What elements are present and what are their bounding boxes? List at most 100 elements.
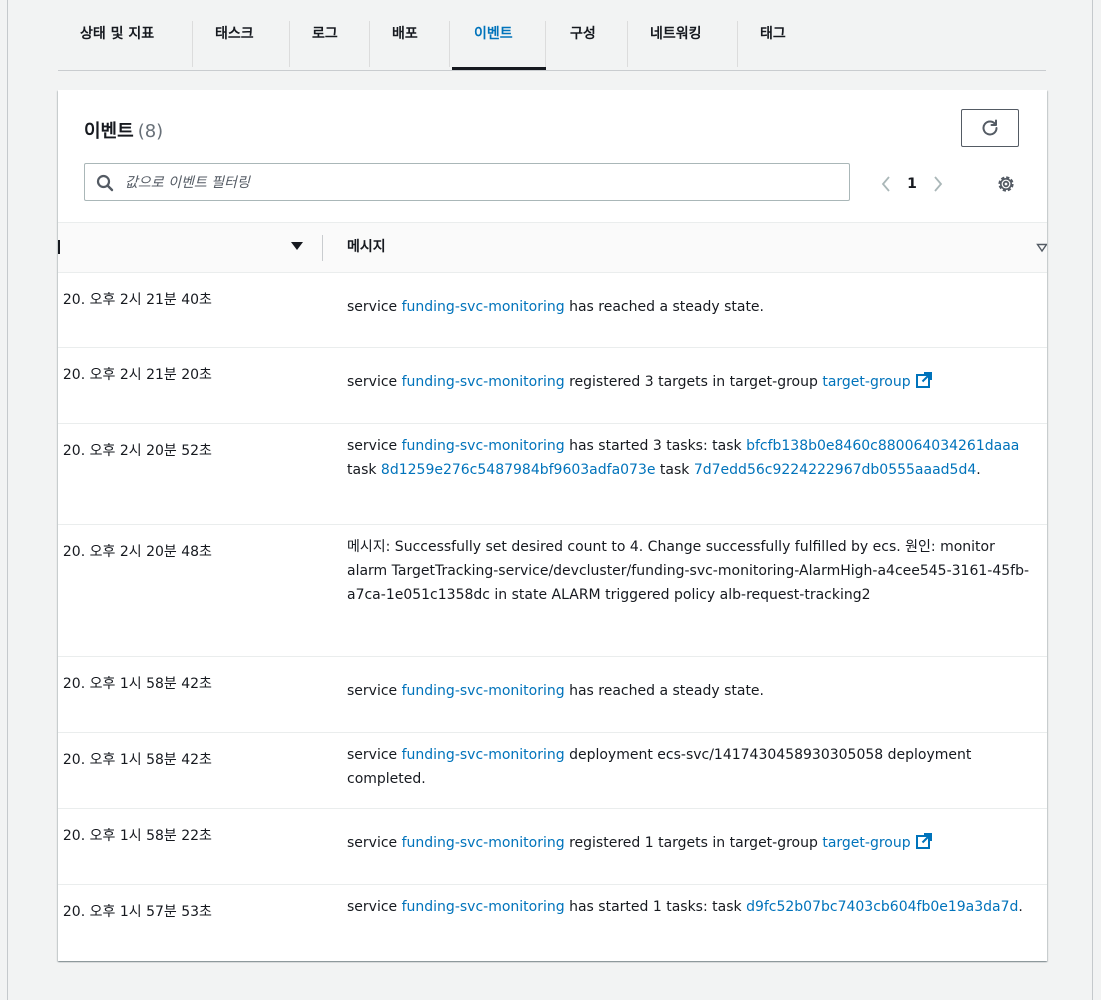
event-time: . 20. 오후 1시 58분 42초 [58,752,212,768]
tab-events[interactable]: 이벤트 [452,15,546,70]
tab-label: 상태 및 지표 [80,26,155,42]
message-text: has reached a steady state. [564,683,764,699]
frame-border-right [1092,0,1093,1000]
table-row: . 20. 오후 1시 58분 42초 service funding-svc-m… [58,732,1047,809]
event-message: service funding-svc-monitoring has start… [347,434,1037,482]
target-group-link[interactable]: target-group [822,372,932,390]
tab-label: 로그 [312,26,338,42]
event-time: . 20. 오후 1시 58분 22초 [58,828,212,844]
resource-link[interactable]: 8d1259e276c5487984bf9603adfa073e [381,462,656,478]
message-text: task [655,462,694,478]
table-row: . 20. 오후 2시 21분 40초 service funding-svc-m… [58,272,1047,348]
event-message: service funding-svc-monitoring deploymen… [347,743,1037,791]
link-text: target-group [822,835,911,851]
current-page[interactable]: 1 [899,176,925,192]
tab-configuration[interactable]: 구성 [548,15,628,67]
link-text: funding-svc-monitoring [401,438,565,454]
resource-link[interactable]: funding-svc-monitoring [402,438,565,454]
message-text: service [347,835,402,851]
event-time: . 20. 오후 2시 21분 20초 [58,367,212,383]
tab-label: 구성 [570,26,596,42]
link-text: funding-svc-monitoring [401,374,565,390]
target-group-link[interactable]: target-group [822,833,932,851]
message-text: . [1018,899,1023,915]
link-text: funding-svc-monitoring [401,299,565,315]
resource-link[interactable]: funding-svc-monitoring [402,374,565,390]
resource-link[interactable]: 7d7edd56c9224222967db0555aaad5d4 [694,462,976,478]
link-text: 8d1259e276c5487984bf9603adfa073e [380,462,656,478]
message-text: service [347,438,402,454]
event-time: . 20. 오후 2시 20분 48초 [58,544,212,560]
pagination: 1 [873,170,951,198]
link-text: target-group [822,374,911,390]
resource-link[interactable]: funding-svc-monitoring [402,747,565,763]
panel-title: 이벤트 (8) [84,117,163,143]
table-row: . 20. 오후 2시 20분 52초 service funding-svc-m… [58,423,1047,525]
event-message: service funding-svc-monitoring registere… [347,831,1037,858]
time-column-header [58,240,60,254]
column-resizer[interactable] [322,235,323,261]
message-text: 메시지: Successfully set desired count to 4… [347,539,1030,603]
message-text: registered 3 targets in target-group [564,374,823,390]
resource-link[interactable]: bfcfb138b0e8460c880064034261daaa [746,438,1019,454]
event-message: service funding-svc-monitoring has start… [347,895,1037,919]
message-column-header[interactable]: 메시지 [347,223,386,272]
search-input[interactable] [123,164,827,202]
tab-separator [449,21,450,67]
link-text: funding-svc-monitoring [401,747,565,763]
event-time: . 20. 오후 2시 21분 40초 [58,292,212,308]
resource-link[interactable]: funding-svc-monitoring [402,299,565,315]
resource-link[interactable]: funding-svc-monitoring [402,683,565,699]
resource-link[interactable]: funding-svc-monitoring [402,899,565,915]
link-text: funding-svc-monitoring [401,835,565,851]
event-filter[interactable] [84,163,850,202]
tab-networking[interactable]: 네트워킹 [628,15,738,67]
table-header: 메시지 [58,222,1047,273]
tab-label: 배포 [392,26,418,42]
link-text: funding-svc-monitoring [401,683,565,699]
tab-logs[interactable]: 로그 [290,15,370,67]
refresh-icon [982,119,998,136]
event-count: (8) [137,121,164,142]
event-time: . 20. 오후 2시 20분 52초 [58,443,212,459]
service-tabs: 상태 및 지표 태스크 로그 배포 이벤트 구성 네트워킹 태그 [58,10,1046,71]
event-message: service funding-svc-monitoring has reach… [347,679,1037,703]
event-time: . 20. 오후 1시 58분 42초 [58,676,212,692]
tab-separator [545,21,546,67]
resource-link[interactable]: funding-svc-monitoring [402,835,565,851]
chevron-left-icon [881,176,890,192]
next-page-button[interactable] [925,171,951,197]
tab-label: 네트워킹 [650,26,702,42]
sort-desc-icon[interactable] [290,239,304,253]
settings-icon [998,176,1014,192]
event-message: service funding-svc-monitoring has reach… [347,295,1037,319]
message-text: service [347,299,402,315]
resource-link[interactable]: d9fc52b07bc7403cb604fb0e19a3da7d [746,899,1018,915]
message-text: has reached a steady state. [564,299,764,315]
event-message: service funding-svc-monitoring registere… [347,370,1037,397]
link-text: bfcfb138b0e8460c880064034261daaa [746,438,1020,454]
preferences-button[interactable] [994,172,1018,196]
link-text: d9fc52b07bc7403cb604fb0e19a3da7d [746,899,1019,915]
tab-deployments[interactable]: 배포 [370,15,450,67]
event-message: 메시지: Successfully set desired count to 4… [347,535,1037,607]
message-text: has started 1 tasks: task [564,899,747,915]
message-text: service [347,899,402,915]
event-time: . 20. 오후 1시 57분 53초 [58,904,212,920]
table-row: . 20. 오후 2시 21분 20초 service funding-svc-m… [58,347,1047,424]
message-text: task [347,462,381,478]
previous-page-button[interactable] [873,171,899,197]
tab-health-metrics[interactable]: 상태 및 지표 [58,15,193,67]
message-text: service [347,747,402,763]
sort-icon[interactable] [1036,242,1047,254]
refresh-button[interactable] [961,109,1019,147]
table-row: . 20. 오후 1시 57분 53초 service funding-svc-m… [58,884,1047,961]
chevron-right-icon [934,176,943,192]
tab-tasks[interactable]: 태스크 [193,15,290,67]
external-link-icon [915,371,933,397]
tab-tags[interactable]: 태그 [738,15,818,55]
panel-title-text: 이벤트 [84,121,134,142]
search-icon [96,174,114,192]
tab-label: 이벤트 [474,26,513,42]
message-text: . [976,462,981,478]
